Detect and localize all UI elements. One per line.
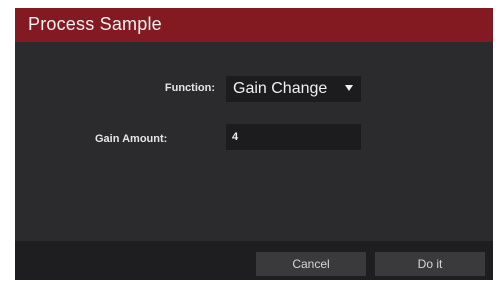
process-sample-dialog: Process Sample Function: Gain Change Gai… (15, 8, 493, 280)
gain-amount-field[interactable]: 4 (226, 124, 361, 150)
dialog-titlebar: Process Sample (15, 8, 493, 42)
function-selected-value: Gain Change (233, 80, 328, 97)
dialog-title: Process Sample (28, 14, 162, 34)
gain-amount-label: Gain Amount: (95, 133, 168, 145)
function-label: Function: (164, 82, 215, 94)
dialog-footer: Cancel Do it (15, 241, 493, 280)
do-it-button[interactable]: Do it (375, 252, 485, 276)
function-select[interactable]: Gain Change (226, 76, 361, 102)
cancel-button[interactable]: Cancel (256, 252, 366, 276)
caret-down-icon (345, 85, 353, 91)
